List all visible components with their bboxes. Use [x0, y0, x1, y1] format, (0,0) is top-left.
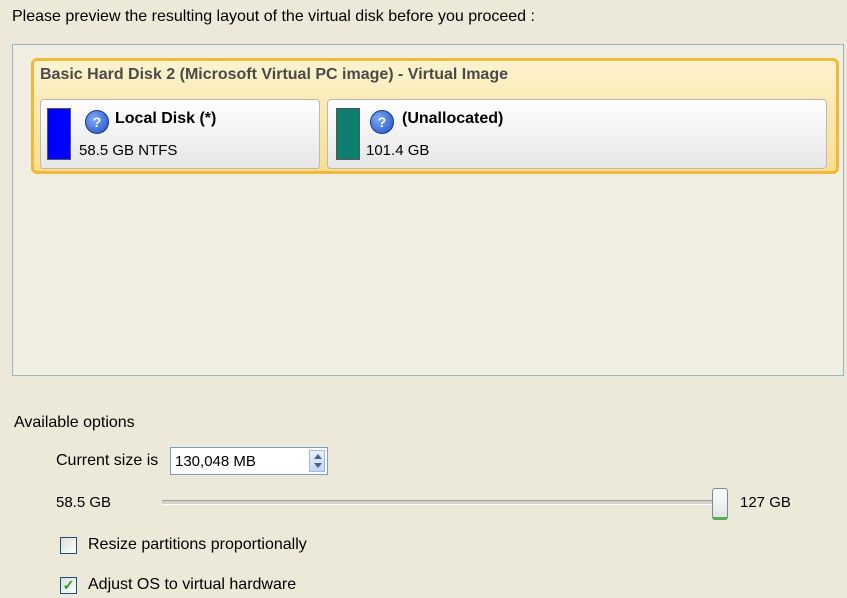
partition-name: Local Disk (*)	[115, 110, 217, 127]
disk-title: Basic Hard Disk 2 (Microsoft Virtual PC …	[40, 66, 508, 83]
partition-unallocated[interactable]: ? (Unallocated) 101.4 GB	[327, 99, 827, 169]
size-slider-track[interactable]	[162, 500, 722, 505]
current-size-label: Current size is	[56, 452, 159, 469]
partition-color-swatch	[336, 108, 360, 160]
spinner-down-icon[interactable]	[314, 463, 322, 468]
partition-size: 101.4 GB	[366, 142, 430, 159]
help-icon: ?	[85, 110, 109, 134]
size-slider-thumb[interactable]	[712, 488, 728, 520]
partition-color-swatch	[47, 108, 71, 160]
spinner-up-icon[interactable]	[314, 454, 322, 459]
partition-size: 58.5 GB NTFS	[79, 142, 178, 159]
adjust-os-checkbox[interactable]: ✓	[60, 577, 77, 594]
current-size-input[interactable]: 130,048 MB	[170, 447, 328, 475]
slider-max-label: 127 GB	[740, 494, 791, 511]
partition-local-disk[interactable]: ? Local Disk (*) 58.5 GB NTFS	[40, 99, 320, 169]
partition-name: (Unallocated)	[402, 110, 504, 127]
size-spinner[interactable]	[309, 450, 325, 472]
available-options-heading: Available options	[14, 414, 135, 431]
slider-min-label: 58.5 GB	[56, 494, 112, 511]
intro-text: Please preview the resulting layout of t…	[12, 8, 535, 25]
help-icon: ?	[370, 110, 394, 134]
disk-box[interactable]: Basic Hard Disk 2 (Microsoft Virtual PC …	[31, 58, 839, 174]
resize-proportionally-label[interactable]: Resize partitions proportionally	[88, 536, 307, 554]
current-size-value: 130,048 MB	[175, 453, 256, 470]
resize-proportionally-checkbox[interactable]	[60, 537, 77, 554]
disk-layout-preview: Basic Hard Disk 2 (Microsoft Virtual PC …	[12, 44, 844, 376]
adjust-os-label[interactable]: Adjust OS to virtual hardware	[88, 576, 296, 594]
